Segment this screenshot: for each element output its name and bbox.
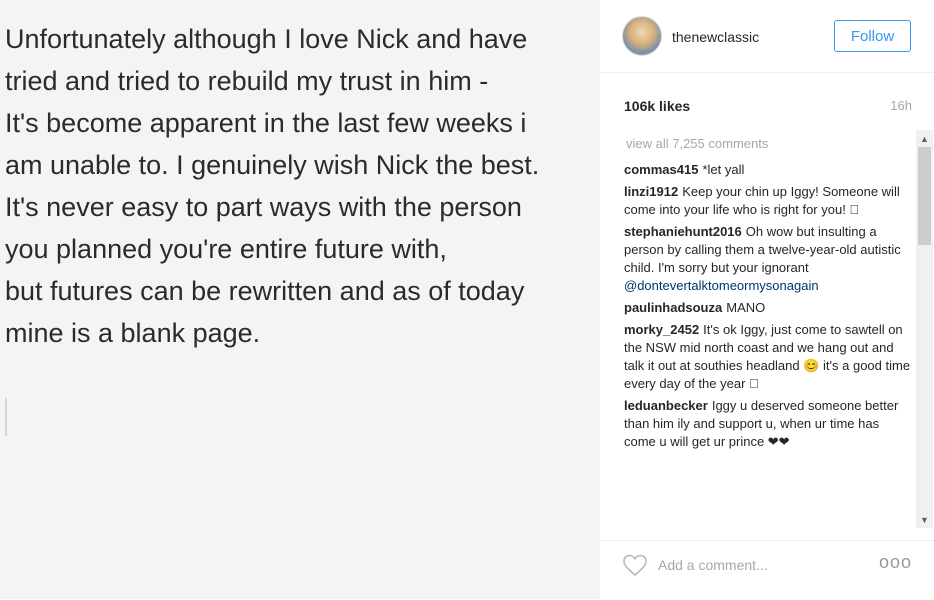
heart-icon[interactable] bbox=[622, 553, 648, 577]
post-text-line: It's never easy to part ways with the pe… bbox=[5, 192, 522, 222]
comment: leduanbecker Iggy u deserved someone bett… bbox=[624, 397, 914, 451]
add-comment-input[interactable]: Add a comment... bbox=[658, 557, 768, 573]
scroll-down-arrow-icon[interactable]: ▼ bbox=[916, 511, 933, 528]
comment-username[interactable]: stephaniehunt2016 bbox=[624, 224, 742, 239]
comments-scrollbar[interactable]: ▲ ▼ bbox=[916, 130, 933, 528]
avatar[interactable] bbox=[622, 16, 662, 56]
post-text-line: am unable to. I genuinely wish Nick the … bbox=[5, 150, 540, 180]
comment-username[interactable]: commas415 bbox=[624, 162, 698, 177]
comment-username[interactable]: leduanbecker bbox=[624, 398, 708, 413]
scrollbar-thumb[interactable] bbox=[918, 147, 931, 245]
comment: paulinhadsouza MANO bbox=[624, 299, 914, 317]
post-text-line: you planned you're entire future with, bbox=[5, 234, 447, 264]
comment: linzi1912 Keep your chin up Iggy! Someone… bbox=[624, 183, 914, 219]
follow-button[interactable]: Follow bbox=[834, 20, 911, 52]
post-text-line: Unfortunately although I love Nick and h… bbox=[5, 24, 528, 54]
comment-text: MANO bbox=[726, 300, 766, 315]
comment-list: commas415 *let yall linzi1912 Keep your ch… bbox=[624, 161, 914, 523]
scroll-up-arrow-icon[interactable]: ▲ bbox=[916, 130, 933, 147]
likes-count[interactable]: 106k likes bbox=[624, 98, 690, 114]
comment-username[interactable]: linzi1912 bbox=[624, 184, 678, 199]
view-all-comments-link[interactable]: view all 7,255 comments bbox=[626, 136, 768, 151]
comment-text: *let yall bbox=[702, 162, 745, 177]
comment: commas415 *let yall bbox=[624, 161, 914, 179]
username-link[interactable]: thenewclassic bbox=[672, 29, 759, 45]
comment: morky_2452 It's ok Iggy, just come to saw… bbox=[624, 321, 914, 393]
comment-username[interactable]: morky_2452 bbox=[624, 322, 699, 337]
post-text-line: It's become apparent in the last few wee… bbox=[5, 108, 527, 138]
post-time: 16h bbox=[890, 98, 912, 113]
more-options-icon[interactable]: ooo bbox=[879, 552, 912, 573]
post-sidebar: thenewclassic Follow 106k likes 16h view… bbox=[600, 0, 934, 599]
post-text-line: mine is a blank page. bbox=[5, 318, 261, 348]
text-cursor bbox=[5, 398, 7, 436]
post-footer: Add a comment... ooo bbox=[600, 540, 934, 600]
post-text-line: but futures can be rewritten and as of t… bbox=[5, 276, 525, 306]
post-text-line: tried and tried to rebuild my trust in h… bbox=[5, 66, 489, 96]
post-text: Unfortunately although I love Nick and h… bbox=[5, 18, 600, 354]
comment-mention-link[interactable]: @dontevertalktomeormysonagain bbox=[624, 278, 819, 293]
post-image: Unfortunately although I love Nick and h… bbox=[0, 0, 600, 599]
post-header: thenewclassic Follow bbox=[600, 0, 934, 73]
comment-username[interactable]: paulinhadsouza bbox=[624, 300, 722, 315]
comment: stephaniehunt2016 Oh wow but insulting a … bbox=[624, 223, 914, 295]
